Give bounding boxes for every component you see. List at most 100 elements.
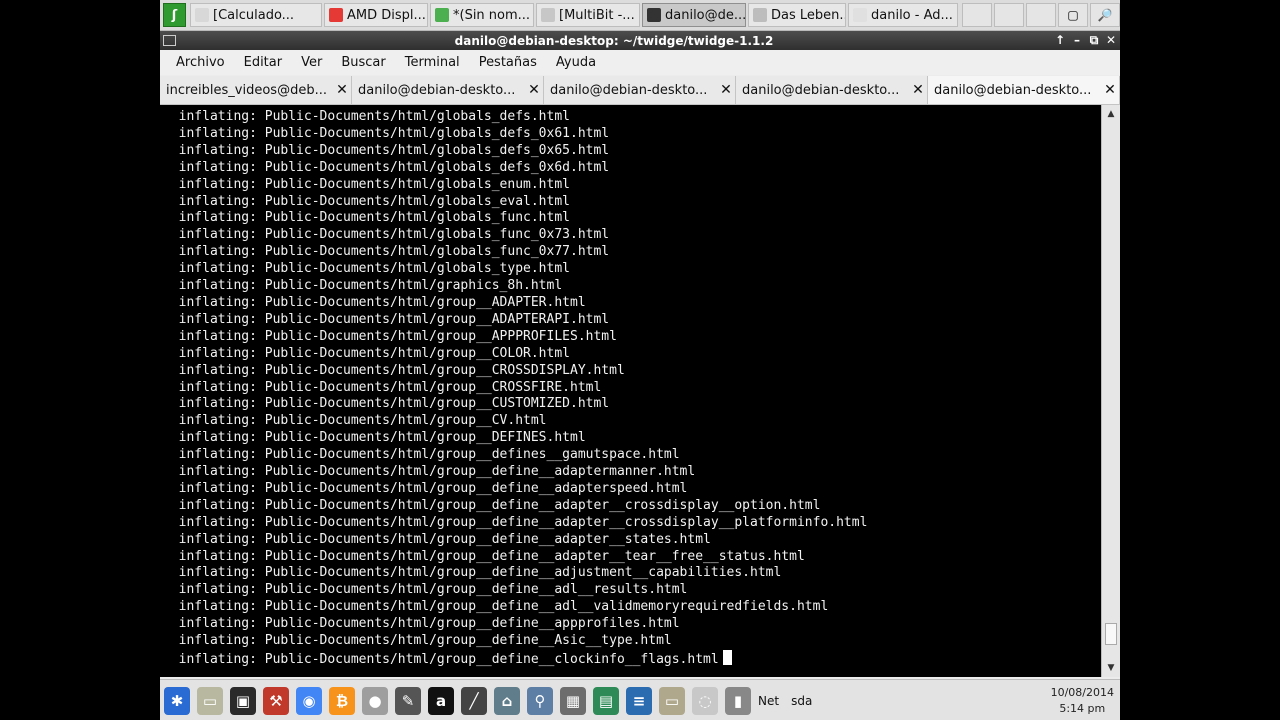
terminal-line: inflating: Public-Documents/html/group__… [163, 447, 680, 463]
task-label: AMD Displ... [347, 7, 426, 23]
terminal-line: inflating: Public-Documents/html/globals… [163, 261, 570, 277]
terminal-tab[interactable]: increibles_videos@deb... ✕ [160, 76, 352, 104]
terminal-line: inflating: Public-Documents/html/group__… [163, 633, 672, 649]
spreadsheet-icon[interactable]: ▤ [593, 686, 619, 715]
window-menu-icon[interactable] [163, 35, 176, 46]
task-label: *(Sin nom... [453, 7, 531, 23]
menu-buscar[interactable]: Buscar [341, 55, 385, 70]
keep-above-icon[interactable]: ↑ [1052, 33, 1068, 48]
window-title: danilo@debian-desktop: ~/twidge/twidge-1… [454, 33, 774, 48]
pen-icon[interactable]: ✎ [395, 686, 421, 715]
calculator-icon[interactable]: ▦ [560, 686, 586, 715]
amazon-icon[interactable]: a [428, 686, 454, 715]
clock[interactable]: 10/08/2014 5:14 pm [1051, 685, 1114, 717]
terminal-line: inflating: Public-Documents/html/globals… [163, 109, 570, 124]
terminal-scrollbar[interactable]: ▲ ▼ [1101, 105, 1120, 677]
clock-date: 10/08/2014 [1050, 685, 1114, 699]
task-app-icon [195, 8, 209, 22]
chrome-icon[interactable]: ◉ [296, 686, 322, 715]
terminal-tabbar: increibles_videos@deb... ✕ danilo@debian-d… [160, 76, 1120, 105]
terminal-line: inflating: Public-Documents/html/globals… [163, 176, 570, 192]
task-app-icon [753, 8, 767, 22]
scroll-up-arrow-icon[interactable]: ▲ [1102, 107, 1120, 121]
taskbar-task[interactable]: danilo - Ad... [848, 3, 958, 27]
task-label: danilo@de... [665, 7, 746, 23]
workspace-1-button[interactable] [962, 3, 992, 27]
terminal-tab[interactable]: danilo@debian-deskto... ✕ [544, 76, 736, 104]
menu-archivo[interactable]: Archivo [176, 55, 225, 70]
terminal-icon[interactable]: ▣ [230, 686, 256, 715]
task-label: [Calculado... [213, 7, 295, 23]
bitcoin-icon[interactable]: ₿ [329, 686, 355, 715]
tab-close-icon[interactable]: ✕ [525, 82, 543, 98]
terminal-line: inflating: Public-Documents/html/group__… [163, 362, 625, 378]
terminal-line: inflating: Public-Documents/html/group__… [163, 430, 586, 446]
window-titlebar[interactable]: danilo@debian-desktop: ~/twidge/twidge-1… [160, 31, 1120, 50]
terminal-line: inflating: Public-Documents/html/group__… [163, 464, 696, 480]
menu-ayuda[interactable]: Ayuda [556, 55, 596, 70]
terminal-tab[interactable]: danilo@debian-deskto... ✕ [736, 76, 928, 104]
clock-time: 5:14 pm [1059, 701, 1106, 715]
terminal-line: inflating: Public-Documents/html/group__… [163, 311, 610, 327]
taskbar-task[interactable]: Das Leben... [748, 3, 846, 27]
maximize-icon[interactable]: ⧉ [1086, 33, 1102, 48]
search-tray-icon[interactable]: 🔎 [1090, 3, 1120, 27]
menu-pestanas[interactable]: Pestañas [479, 55, 537, 70]
file-manager-icon[interactable]: ▭ [197, 686, 223, 715]
tab-label: increibles_videos@deb... [166, 82, 327, 98]
minimize-icon[interactable]: – [1069, 33, 1085, 48]
workspace-3-button[interactable] [1026, 3, 1056, 27]
taskbar-task[interactable]: *(Sin nom... [430, 3, 534, 27]
scroll-down-arrow-icon[interactable]: ▼ [1102, 661, 1120, 675]
menu-terminal[interactable]: Terminal [405, 55, 460, 70]
taskbar-task[interactable]: [Calculado... [190, 3, 322, 27]
battery-icon[interactable]: ▮ [725, 686, 751, 715]
terminal-output[interactable]: inflating: Public-Documents/html/globals… [160, 105, 1101, 677]
terminal-tab[interactable]: danilo@debian-deskto... ✕ [928, 76, 1120, 104]
tab-close-icon[interactable]: ✕ [333, 82, 351, 98]
brush-icon[interactable]: ╱ [461, 686, 487, 715]
disk-indicator[interactable]: sda [791, 694, 812, 708]
debian-menu-icon[interactable]: ʃ [163, 3, 186, 27]
taskbar-task[interactable]: danilo@de... [642, 3, 746, 27]
folder-icon[interactable]: ▭ [659, 686, 685, 715]
menu-editar[interactable]: Editar [244, 55, 283, 70]
terminal-line: inflating: Public-Documents/html/group__… [163, 652, 719, 667]
debian-swirl-icon[interactable]: ✱ [164, 686, 190, 715]
menubar: Archivo Editar Ver Buscar Terminal Pesta… [160, 50, 1120, 75]
archive-icon[interactable]: ◌ [692, 686, 718, 715]
terminal-line: inflating: Public-Documents/html/globals… [163, 210, 570, 226]
taskbar-task[interactable]: [MultiBit -... [536, 3, 640, 27]
workspace-2-button[interactable] [994, 3, 1024, 27]
task-label: danilo - Ad... [871, 7, 953, 23]
tools-icon[interactable]: ⚒ [263, 686, 289, 715]
network-computer-icon[interactable]: ⌂ [494, 686, 520, 715]
net-indicator[interactable]: Net [758, 694, 779, 708]
taskbar-task[interactable]: AMD Displ... [324, 3, 428, 27]
tab-close-icon[interactable]: ✕ [1101, 82, 1119, 98]
task-app-icon [541, 8, 555, 22]
task-app-icon [853, 8, 867, 22]
terminal-line: inflating: Public-Documents/html/group__… [163, 413, 547, 429]
show-desktop-icon[interactable]: ▢ [1058, 3, 1088, 27]
menu-ver[interactable]: Ver [301, 55, 322, 70]
tab-close-icon[interactable]: ✕ [909, 82, 927, 98]
task-app-icon [329, 8, 343, 22]
terminal-line: inflating: Public-Documents/html/group__… [163, 565, 782, 581]
terminal-line: inflating: Public-Documents/html/globals… [163, 193, 570, 209]
search-icon[interactable]: ⚲ [527, 686, 553, 715]
tab-label: danilo@debian-deskto... [550, 82, 708, 98]
disc-icon[interactable]: ● [362, 686, 388, 715]
terminal-line: inflating: Public-Documents/html/group__… [163, 531, 711, 547]
terminal-tab[interactable]: danilo@debian-deskto... ✕ [352, 76, 544, 104]
tab-close-icon[interactable]: ✕ [717, 82, 735, 98]
terminal-line: inflating: Public-Documents/html/globals… [163, 125, 610, 141]
scrollbar-thumb[interactable] [1105, 623, 1117, 645]
document-icon[interactable]: ≡ [626, 686, 652, 715]
task-label: [MultiBit -... [559, 7, 635, 23]
terminal-line: inflating: Public-Documents/html/group__… [163, 599, 829, 615]
terminal-line: inflating: Public-Documents/html/globals… [163, 142, 610, 158]
close-icon[interactable]: ✕ [1103, 33, 1119, 48]
terminal-line: inflating: Public-Documents/html/globals… [163, 159, 610, 175]
terminal-cursor [722, 650, 732, 665]
